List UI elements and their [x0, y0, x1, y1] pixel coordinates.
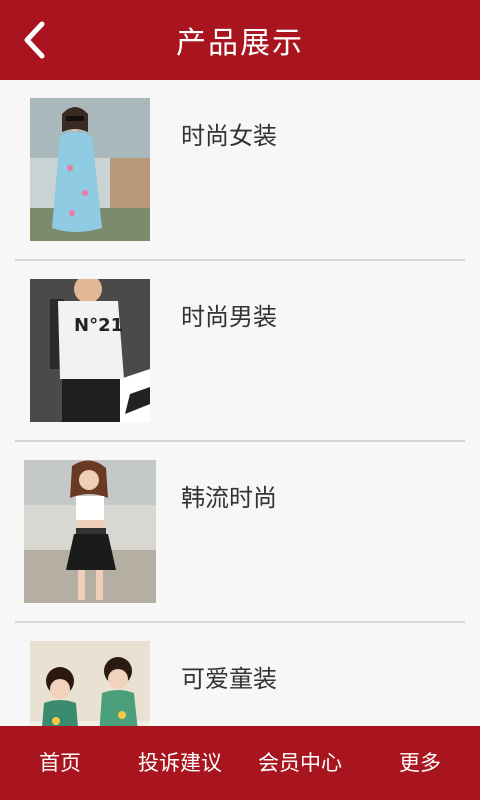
- list-item[interactable]: 可爱童装: [15, 623, 465, 726]
- product-label: 可爱童装: [181, 665, 277, 693]
- tab-home[interactable]: 首页: [0, 726, 120, 800]
- list-item[interactable]: 韩流时尚: [15, 442, 465, 623]
- tab-feedback[interactable]: 投诉建议: [120, 726, 240, 800]
- list-item[interactable]: N°21 时尚男装: [15, 261, 465, 442]
- product-image: [24, 460, 156, 603]
- list-item[interactable]: 时尚女装: [15, 80, 465, 261]
- bottom-tab-bar: 首页 投诉建议 会员中心 更多: [0, 726, 480, 800]
- page-title: 产品展示: [176, 26, 304, 61]
- svg-text:N°21: N°21: [74, 315, 123, 336]
- product-list: 时尚女装 N°21 时尚男装 韩流时尚 可爱童装: [0, 80, 480, 726]
- tab-more[interactable]: 更多: [360, 726, 480, 800]
- product-label: 韩流时尚: [181, 484, 277, 512]
- tab-member-center[interactable]: 会员中心: [240, 726, 360, 800]
- product-image: [30, 98, 150, 241]
- product-label: 时尚女装: [181, 122, 277, 150]
- app-header: 产品展示: [0, 0, 480, 80]
- chevron-left-icon: [24, 21, 45, 59]
- back-button[interactable]: [14, 18, 54, 62]
- product-image: N°21: [30, 279, 150, 422]
- product-image: [30, 641, 150, 726]
- product-label: 时尚男装: [181, 303, 277, 331]
